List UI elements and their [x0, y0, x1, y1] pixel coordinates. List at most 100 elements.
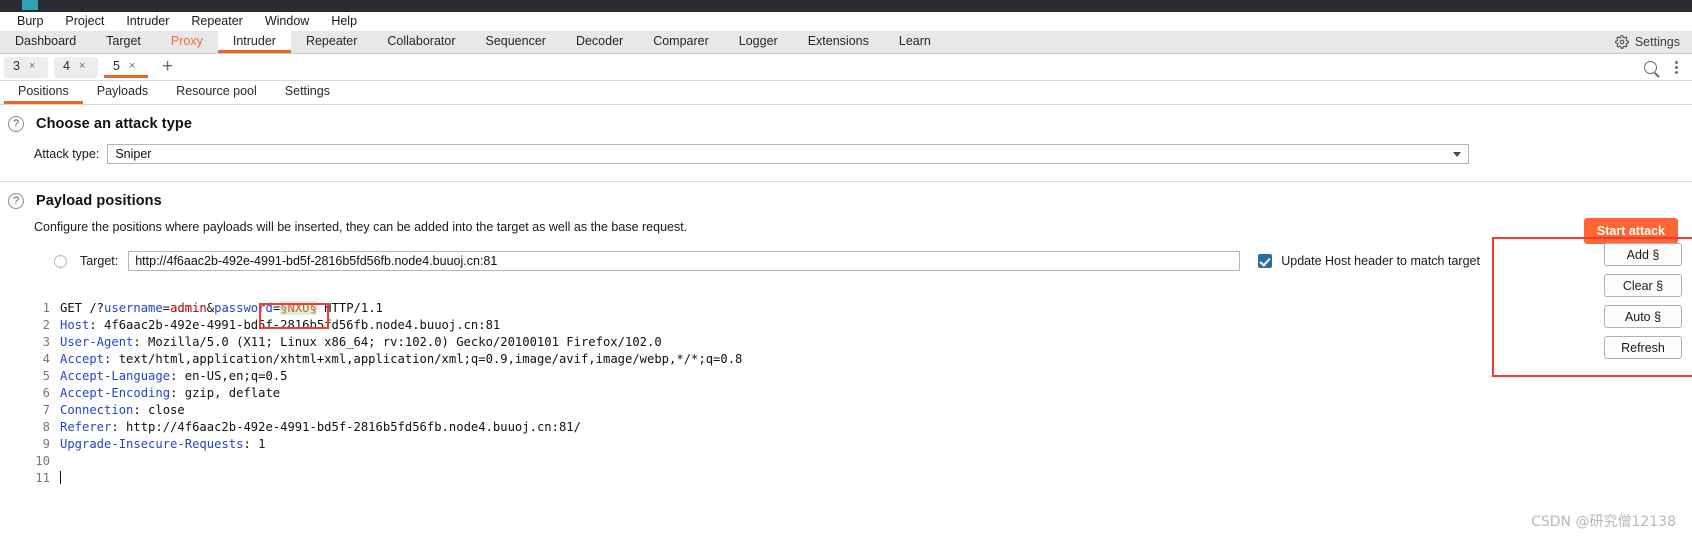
attack-tab-5[interactable]: 5 × — [104, 56, 148, 78]
target-icon — [54, 253, 67, 269]
line-number: 11 — [35, 471, 50, 485]
line-number: 1 — [42, 301, 50, 315]
target-label: Target: — [80, 254, 119, 268]
attack-tab-4-label: 4 — [63, 58, 70, 73]
more-options-icon[interactable] — [1675, 60, 1678, 74]
menu-item-help[interactable]: Help — [320, 12, 368, 31]
add-payload-position-button[interactable]: Add § — [1604, 243, 1682, 266]
start-attack-button[interactable]: Start attack — [1583, 218, 1678, 244]
suite-tab-spacer — [946, 31, 1615, 53]
line-number: 10 — [35, 454, 50, 468]
editor-line: 9 Upgrade-Insecure-Requests: 1 — [34, 436, 1478, 453]
menu-item-repeater[interactable]: Repeater — [180, 12, 253, 31]
line-content — [60, 470, 61, 487]
update-host-label: Update Host header to match target — [1281, 254, 1480, 268]
menu-item-project[interactable]: Project — [54, 12, 115, 31]
editor-line: 6 Accept-Encoding: gzip, deflate — [34, 385, 1478, 402]
attack-tab-3-label: 3 — [13, 58, 20, 73]
burp-suite-window: Burp Project Intruder Repeater Window He… — [0, 0, 1692, 545]
attack-type-heading: ? Choose an attack type — [0, 105, 1692, 132]
tab-comparer[interactable]: Comparer — [638, 31, 724, 53]
window-accent-marker — [22, 0, 38, 10]
auto-payload-position-button[interactable]: Auto § — [1604, 305, 1682, 328]
line-content: Referer: http://4f6aac2b-492e-4991-bd5f-… — [60, 420, 581, 434]
tab-target[interactable]: Target — [91, 31, 156, 53]
line-number: 9 — [42, 437, 50, 451]
text-caret — [60, 471, 61, 484]
editor-line: 10 — [34, 453, 1478, 470]
line-content: Upgrade-Insecure-Requests: 1 — [60, 437, 266, 451]
line-content: Accept: text/html,application/xhtml+xml,… — [60, 352, 743, 366]
settings-button[interactable]: Settings — [1614, 31, 1692, 53]
line-content: Host: 4f6aac2b-492e-4991-bd5f-2816b5fd56… — [60, 318, 501, 332]
menu-item-window[interactable]: Window — [254, 12, 320, 31]
position-buttons-panel: Add § Clear § Auto § Refresh — [1604, 243, 1682, 359]
sub-tab-settings[interactable]: Settings — [271, 81, 344, 104]
line-content: User-Agent: Mozilla/5.0 (X11; Linux x86_… — [60, 335, 662, 349]
target-input[interactable] — [128, 251, 1241, 271]
attack-type-select[interactable]: Sniper — [107, 144, 1470, 164]
attack-tab-bar: 3 × 4 × 5 × + — [0, 54, 1692, 81]
attack-tab-3[interactable]: 3 × — [4, 56, 48, 78]
sub-tab-resource-pool[interactable]: Resource pool — [162, 81, 271, 104]
editor-line: 1 GET /?username=admin&password=§NXU§ HT… — [34, 300, 1478, 317]
sub-tab-payloads[interactable]: Payloads — [83, 81, 162, 104]
editor-line: 4 Accept: text/html,application/xhtml+xm… — [34, 351, 1478, 368]
chevron-down-icon — [1453, 152, 1462, 157]
update-host-checkbox[interactable] — [1258, 254, 1273, 268]
tab-learn[interactable]: Learn — [884, 31, 946, 53]
tab-sequencer[interactable]: Sequencer — [470, 31, 560, 53]
settings-label: Settings — [1634, 35, 1680, 49]
window-titlebar — [0, 0, 1692, 12]
line-content: Connection: close — [60, 403, 185, 417]
close-icon[interactable]: × — [129, 60, 135, 72]
editor-line: 5 Accept-Language: en-US,en;q=0.5 — [34, 368, 1478, 385]
editor-line: 8 Referer: http://4f6aac2b-492e-4991-bd5… — [34, 419, 1478, 436]
payload-positions-description: Configure the positions where payloads w… — [34, 220, 688, 234]
help-icon[interactable]: ? — [8, 116, 24, 132]
watermark: CSDN @研究僧12138 — [1531, 514, 1676, 530]
line-number: 2 — [42, 318, 50, 332]
close-icon[interactable]: × — [29, 60, 35, 72]
new-attack-tab-button[interactable]: + — [154, 57, 181, 76]
line-number: 4 — [42, 352, 50, 366]
clear-payload-position-button[interactable]: Clear § — [1604, 274, 1682, 297]
payload-positions-heading: ? Payload positions — [0, 182, 1692, 209]
attack-type-title: Choose an attack type — [36, 116, 193, 132]
line-number: 3 — [42, 335, 50, 349]
menu-item-intruder[interactable]: Intruder — [115, 12, 180, 31]
help-icon[interactable]: ? — [8, 193, 24, 209]
tab-repeater[interactable]: Repeater — [291, 31, 372, 53]
refresh-button[interactable]: Refresh — [1604, 336, 1682, 359]
menu-item-burp[interactable]: Burp — [6, 12, 54, 31]
tab-collaborator[interactable]: Collaborator — [372, 31, 470, 53]
line-number: 5 — [42, 369, 50, 383]
line-content: GET /?username=admin&password=§NXU§ HTTP… — [60, 301, 383, 315]
target-row: Target: Update Host header to match targ… — [54, 251, 1692, 271]
intruder-sub-tab-bar: Positions Payloads Resource pool Setting… — [0, 81, 1692, 105]
close-icon[interactable]: × — [79, 60, 85, 72]
payload-marker[interactable]: §NXU§ — [280, 301, 317, 315]
search-icon[interactable] — [1644, 60, 1657, 74]
gear-icon — [1614, 35, 1629, 49]
tab-proxy[interactable]: Proxy — [156, 31, 218, 53]
tab-dashboard[interactable]: Dashboard — [0, 31, 91, 53]
tab-decoder[interactable]: Decoder — [561, 31, 638, 53]
tab-extensions[interactable]: Extensions — [793, 31, 884, 53]
suite-tab-bar: Dashboard Target Proxy Intruder Repeater… — [0, 31, 1692, 54]
editor-line: 7 Connection: close — [34, 402, 1478, 419]
attack-type-label: Attack type: — [34, 147, 100, 161]
attack-tab-4[interactable]: 4 × — [54, 56, 98, 78]
line-number: 8 — [42, 420, 50, 434]
request-editor[interactable]: 1 GET /?username=admin&password=§NXU§ HT… — [34, 300, 1478, 545]
tab-intruder[interactable]: Intruder — [217, 31, 291, 53]
sub-tab-positions[interactable]: Positions — [4, 81, 83, 104]
tab-logger[interactable]: Logger — [724, 31, 793, 53]
editor-line: 2 Host: 4f6aac2b-492e-4991-bd5f-2816b5fd… — [34, 317, 1478, 334]
attack-tab-5-label: 5 — [113, 58, 120, 73]
payload-positions-title: Payload positions — [36, 193, 162, 209]
line-number: 6 — [42, 386, 50, 400]
update-host-checkbox-row[interactable]: Update Host header to match target — [1258, 254, 1490, 268]
attack-tab-actions — [1644, 60, 1692, 74]
line-content: Accept-Language: en-US,en;q=0.5 — [60, 369, 288, 383]
